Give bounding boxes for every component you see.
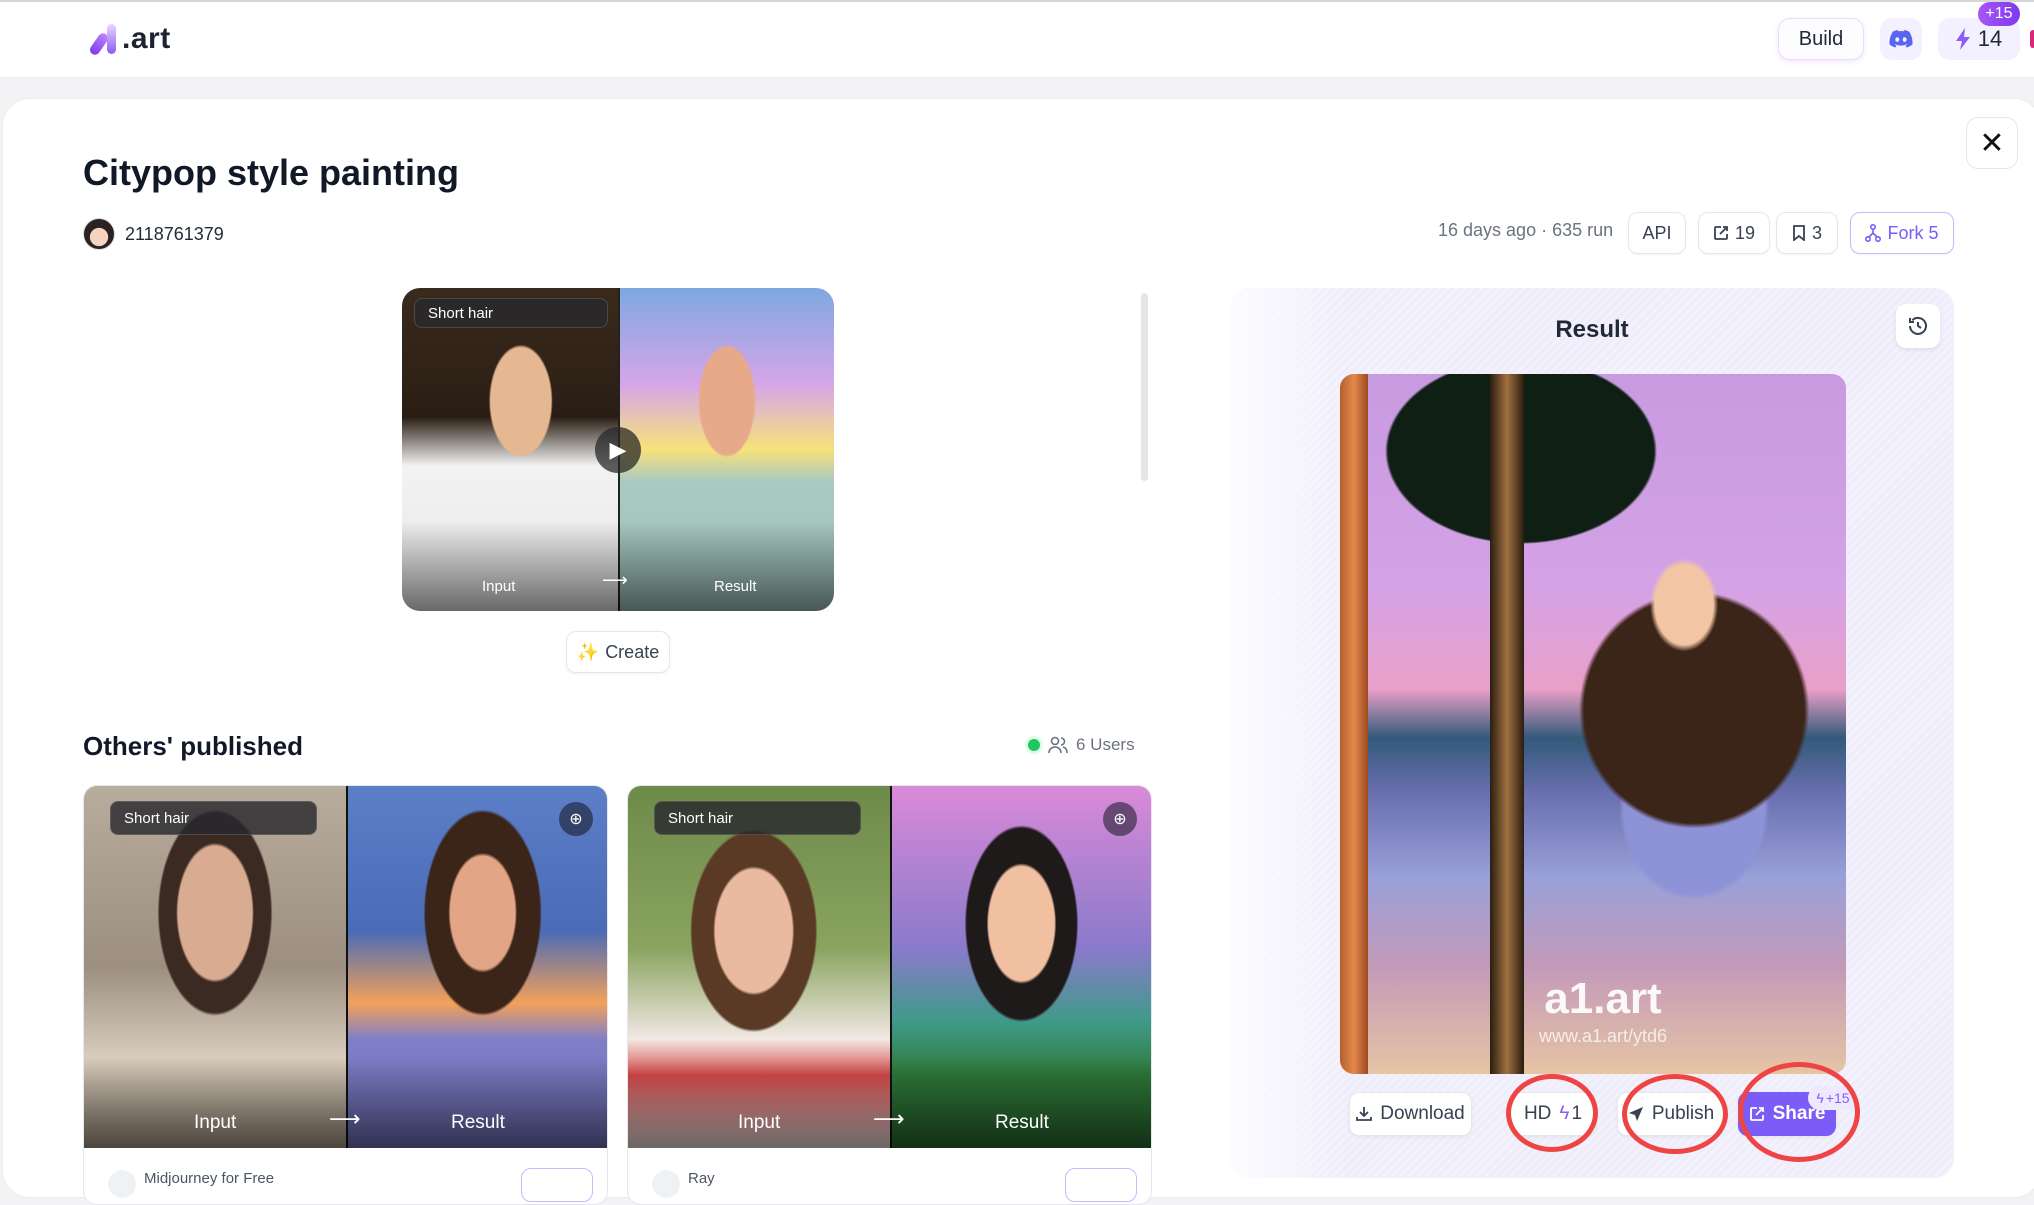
card-footer: Midjourney for Free: [84, 1148, 607, 1204]
hd-cost: 1: [1571, 1103, 1583, 1124]
discord-button[interactable]: [1880, 18, 1922, 60]
play-icon: ▶: [609, 436, 627, 462]
card-footer: Ray: [628, 1148, 1151, 1204]
style-tag: Short hair: [414, 298, 608, 328]
magic-wand-icon: ✨: [576, 641, 600, 662]
input-label: Input: [194, 1112, 237, 1133]
result-panel: Result a1.art www.a1.art/ytd6: [1230, 288, 1954, 1178]
result-image[interactable]: a1.art www.a1.art/ytd6: [1340, 374, 1846, 1074]
card-author[interactable]: Ray: [688, 1170, 715, 1187]
published-card[interactable]: Short hair ⊕ Input ⟶ Result Ray: [627, 785, 1152, 1205]
publish-button[interactable]: Publish: [1617, 1092, 1725, 1136]
lightning-icon: ϟ: [1559, 1103, 1570, 1124]
share-count-button[interactable]: 19: [1698, 212, 1770, 254]
result-label: Result: [451, 1112, 505, 1133]
hero-compare[interactable]: Short hair Input ⟶ Result ▶: [402, 288, 834, 611]
bookmark-count: 3: [1811, 222, 1822, 243]
online-dot-icon: [1028, 739, 1040, 751]
result-label: Result: [714, 578, 757, 595]
image-shade: [628, 1058, 1151, 1148]
fork-icon: [1865, 224, 1882, 242]
credits-value: 14: [1977, 26, 2003, 51]
lightning-icon: ϟ: [1816, 1090, 1824, 1106]
online-users: 6 Users: [1028, 735, 1135, 755]
hd-button[interactable]: HD ϟ 1: [1510, 1092, 1596, 1136]
image-shade: [402, 521, 834, 611]
fork-label: Fork 5: [1887, 222, 1939, 243]
avatar: [108, 1170, 136, 1198]
bookmark-button[interactable]: 3: [1776, 212, 1838, 254]
page-title: Citypop style painting: [83, 152, 460, 193]
lightning-icon: [1955, 28, 1970, 50]
users-icon: [1048, 736, 1068, 754]
avatar: [652, 1170, 680, 1198]
hd-label: HD: [1523, 1103, 1552, 1124]
logo-text: .art: [122, 22, 171, 55]
bookmark-icon: [1793, 225, 1805, 241]
share-count: 19: [1734, 222, 1756, 243]
top-bar: .art: [0, 0, 2034, 78]
others-published-title: Others' published: [83, 731, 303, 761]
logo-mark-icon: [92, 24, 120, 54]
card-author[interactable]: Midjourney for Free: [144, 1170, 274, 1187]
zoom-in-icon[interactable]: ⊕: [1103, 802, 1137, 836]
input-label: Input: [738, 1112, 781, 1133]
api-label: API: [1642, 222, 1672, 243]
play-button[interactable]: ▶: [595, 426, 641, 473]
download-button[interactable]: Download: [1349, 1092, 1472, 1136]
publish-label: Publish: [1651, 1103, 1715, 1124]
style-tag: Short hair: [110, 801, 317, 835]
post: [1340, 374, 1368, 1074]
watermark: a1.art: [1544, 974, 1662, 1023]
result-label: Result: [995, 1112, 1049, 1133]
share-icon: [1749, 1107, 1764, 1121]
palm-leaves: [1350, 374, 1730, 594]
share-bonus-badge: ϟ +15: [1808, 1086, 1858, 1110]
result-title: Result: [1555, 316, 1629, 343]
share-icon: [1714, 226, 1728, 240]
close-icon: ✕: [1979, 126, 2005, 160]
share-bonus: +15: [1825, 1090, 1850, 1106]
discord-icon: [1889, 30, 1913, 48]
published-card[interactable]: Short hair ⊕ Input ⟶ Result Midjourney f…: [83, 785, 608, 1205]
scrollbar[interactable]: [1141, 293, 1148, 481]
logo[interactable]: .art: [92, 22, 171, 56]
card-action-button[interactable]: [521, 1168, 593, 1202]
arrow-icon: ⟶: [873, 1106, 905, 1131]
build-button[interactable]: Build: [1778, 18, 1864, 60]
palm-trunk: [1490, 374, 1524, 1074]
partial-avatar[interactable]: [2030, 30, 2034, 48]
users-count: 6 Users: [1076, 735, 1135, 754]
author-name: 2118761379: [125, 223, 224, 244]
watermark-url: www.a1.art/ytd6: [1538, 1026, 1668, 1046]
image-shade: [84, 1058, 607, 1148]
history-button[interactable]: [1896, 304, 1940, 348]
avatar: [83, 218, 115, 250]
arrow-icon: ⟶: [602, 570, 628, 590]
download-icon: [1356, 1107, 1373, 1121]
history-icon: [1909, 316, 1927, 335]
author[interactable]: 2118761379: [83, 218, 224, 250]
create-label: Create: [605, 641, 660, 662]
arrow-icon: ⟶: [329, 1106, 361, 1131]
card-action-button[interactable]: [1065, 1168, 1137, 1202]
credits-bonus-badge: +15: [1978, 2, 2020, 26]
fork-button[interactable]: Fork 5: [1850, 212, 1954, 254]
download-label: Download: [1380, 1103, 1465, 1124]
style-tag: Short hair: [654, 801, 861, 835]
input-label: Input: [482, 578, 516, 595]
send-icon: [1628, 1107, 1643, 1121]
close-button[interactable]: ✕: [1966, 117, 2018, 169]
zoom-in-icon[interactable]: ⊕: [559, 802, 593, 836]
api-button[interactable]: API: [1628, 212, 1686, 254]
create-button[interactable]: ✨ Create: [566, 631, 670, 673]
meta-info: 16 days ago · 635 run: [1438, 220, 1614, 240]
